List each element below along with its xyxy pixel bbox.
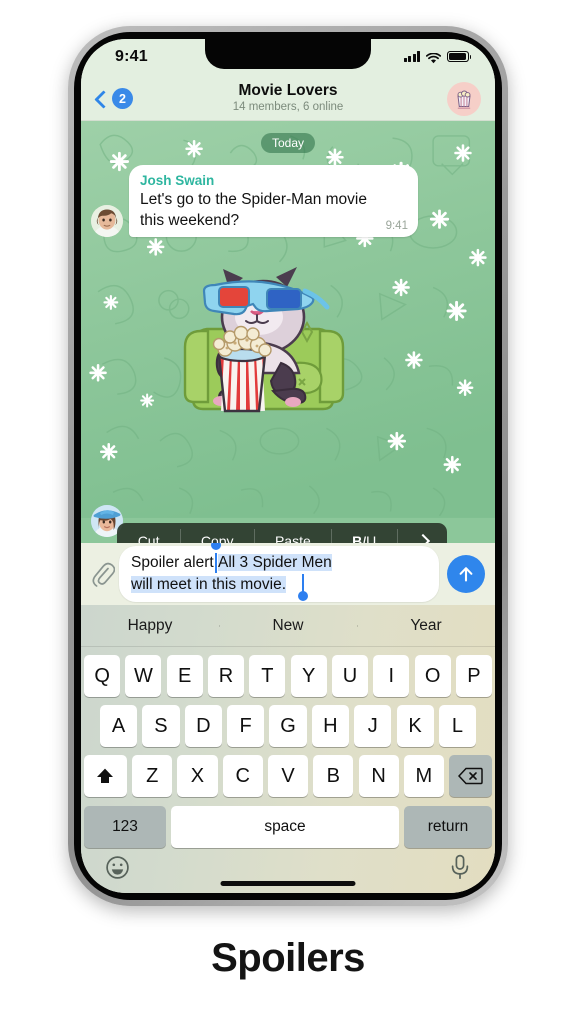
shift-key[interactable] (83, 755, 127, 797)
key-x[interactable]: X (177, 755, 218, 797)
attach-button[interactable] (91, 561, 116, 587)
emoji-button[interactable] (105, 855, 130, 885)
message-sender: Josh Swain (140, 173, 215, 188)
status-bar-indicators (403, 51, 472, 64)
key-s[interactable]: S (142, 705, 180, 747)
message-bubble[interactable]: Josh Swain Let's go to the Spider-Man mo… (129, 165, 418, 238)
page-caption: Spoilers (211, 936, 365, 980)
backspace-key[interactable] (449, 755, 493, 797)
key-a[interactable]: A (99, 705, 138, 747)
sticker-cat-3d-glasses-popcorn[interactable] (177, 251, 392, 426)
message-row: Josh Swain Let's go to the Spider-Man mo… (91, 165, 467, 238)
input-text-line-2: will meet in this movie. (131, 574, 427, 595)
send-button[interactable] (447, 555, 485, 593)
context-menu-more-button[interactable] (397, 523, 447, 543)
key-j[interactable]: J (354, 705, 392, 747)
keyboard-row-3: Z X C V B N M (81, 755, 495, 797)
smiley-icon (106, 855, 129, 879)
key-z[interactable]: Z (132, 755, 173, 797)
on-screen-keyboard: Happy New Year Q W E R T Y U I O P A S D… (81, 605, 495, 893)
numbers-key[interactable]: 123 (84, 806, 166, 848)
wifi-icon (425, 51, 442, 64)
key-h[interactable]: H (311, 705, 349, 747)
chat-header: 2 Movie Lovers 14 members, 6 online (81, 77, 495, 121)
key-l[interactable]: L (438, 705, 477, 747)
unread-badge: 2 (112, 88, 133, 109)
microphone-icon (451, 854, 469, 880)
keyboard-suggestion-bar: Happy New Year (81, 605, 495, 647)
chat-message-area: Today Josh Swain Let's go to the Spider-… (81, 121, 495, 543)
context-menu-item-copy[interactable]: Copy (180, 523, 254, 543)
keyboard-row-2: A S D F G H J K L (81, 705, 495, 747)
microphone-button[interactable] (449, 854, 471, 885)
avatar[interactable] (91, 205, 123, 238)
context-menu-item-cut[interactable]: Cut (117, 523, 180, 543)
input-selected-text-line-1: All 3 Spider Men (218, 554, 332, 572)
key-o[interactable]: O (414, 655, 451, 697)
date-chip: Today (260, 133, 316, 153)
status-bar-time: 9:41 (115, 48, 148, 65)
key-u[interactable]: U (331, 655, 369, 697)
keyboard-row-4: 123 space return (81, 806, 495, 848)
key-v[interactable]: V (267, 755, 309, 797)
key-k[interactable]: K (396, 705, 434, 747)
chat-title: Movie Lovers (238, 81, 338, 99)
group-avatar[interactable] (447, 82, 481, 116)
suggestion-3[interactable]: Year (357, 617, 495, 635)
context-menu-item-format[interactable]: BIU (331, 523, 397, 543)
space-key[interactable]: space (171, 806, 399, 848)
suggestion-1[interactable]: Happy (81, 617, 219, 635)
key-y[interactable]: Y (290, 655, 327, 697)
key-w[interactable]: W (125, 655, 162, 697)
key-p[interactable]: P (455, 655, 492, 697)
key-i[interactable]: I (373, 655, 410, 697)
suggestion-2[interactable]: New (219, 617, 357, 635)
input-unselected-text: Spoiler alert: (131, 554, 219, 572)
message-time: 9:41 (385, 220, 408, 233)
signal-bars-icon (403, 51, 420, 62)
keyboard-row-1: Q W E R T Y U I O P (81, 655, 495, 697)
phone-notch (205, 39, 371, 69)
phone-screen: 9:41 2 Movie Lovers 14 members, 6 online… (81, 39, 495, 893)
shift-arrow-icon (97, 768, 114, 783)
chevron-left-icon (95, 90, 106, 108)
key-n[interactable]: N (358, 755, 399, 797)
screenshot-root: 9:41 2 Movie Lovers 14 members, 6 online… (0, 0, 576, 1024)
key-g[interactable]: G (269, 705, 307, 747)
input-selected-text-line-2: will meet in this movie. (131, 575, 287, 593)
chevron-right-icon (418, 534, 426, 543)
paperclip-icon (92, 562, 116, 587)
text-selection-context-menu: Cut Copy Paste BIU (117, 523, 447, 543)
home-indicator (220, 881, 356, 886)
selection-start-caret[interactable] (215, 553, 218, 574)
return-key[interactable]: return (404, 806, 492, 848)
key-t[interactable]: T (249, 655, 286, 697)
key-f[interactable]: F (227, 705, 265, 747)
underline-label: U (366, 533, 377, 543)
input-text-line-1: Spoiler alert:All 3 Spider Men (131, 552, 427, 573)
arrow-up-icon (459, 567, 473, 582)
bold-label: B (352, 533, 363, 543)
key-e[interactable]: E (166, 655, 203, 697)
message-input-bar: Spoiler alert:All 3 Spider Men will meet… (81, 540, 495, 605)
message-text-line-1: Let's go to the Spider-Man movie (140, 191, 367, 209)
key-m[interactable]: M (403, 755, 444, 797)
back-button[interactable]: 2 (95, 88, 133, 109)
key-c[interactable]: C (222, 755, 263, 797)
backspace-icon (458, 767, 483, 785)
message-text-line-2: this weekend? (140, 211, 240, 229)
key-q[interactable]: Q (84, 655, 121, 697)
user-avatar-josh (91, 205, 123, 238)
context-menu-item-paste[interactable]: Paste (254, 523, 331, 543)
selection-end-handle[interactable] (298, 591, 308, 602)
key-r[interactable]: R (207, 655, 245, 697)
key-d[interactable]: D (184, 705, 222, 747)
battery-icon (447, 51, 472, 62)
popcorn-avatar-icon (457, 90, 471, 109)
message-input-field[interactable]: Spoiler alert:All 3 Spider Men will meet… (119, 540, 439, 602)
chat-subtitle: 14 members, 6 online (232, 101, 344, 114)
chat-title-block: Movie Lovers 14 members, 6 online (81, 82, 495, 116)
phone-frame: 9:41 2 Movie Lovers 14 members, 6 online… (68, 26, 508, 906)
key-b[interactable]: B (313, 755, 354, 797)
